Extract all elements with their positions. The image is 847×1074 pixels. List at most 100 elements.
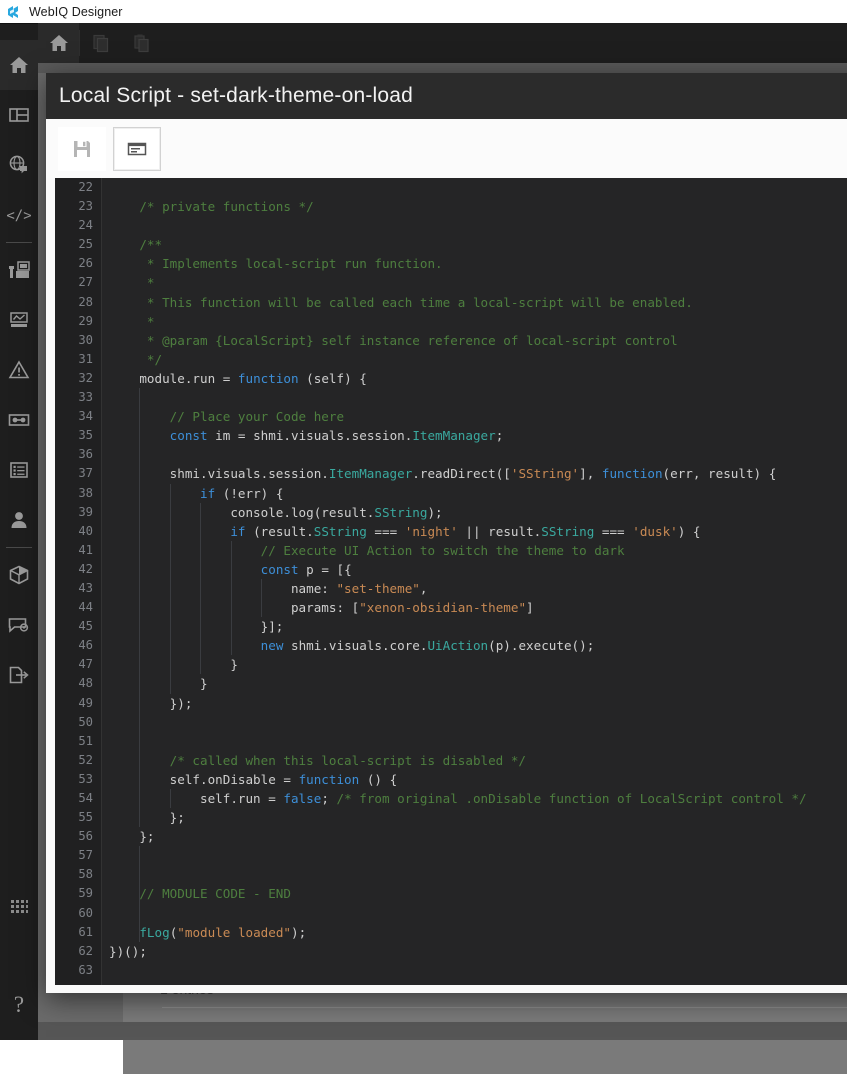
- editor-line-number: 32: [78, 370, 93, 385]
- paste-button[interactable]: [121, 23, 162, 63]
- editor-code-line[interactable]: fLog("module loaded");: [103, 922, 847, 942]
- sidebar-item-home[interactable]: [0, 40, 38, 90]
- properties-panel-icon: [126, 138, 148, 160]
- editor-code-line[interactable]: const im = shmi.visuals.session.ItemMana…: [103, 426, 847, 446]
- editor-code-line[interactable]: [103, 865, 847, 885]
- editor-code-line[interactable]: [103, 216, 847, 235]
- help-label: ?: [13, 992, 25, 1017]
- editor-code-line[interactable]: console.log(result.SString);: [103, 502, 847, 522]
- code-brackets-icon: </>: [7, 204, 31, 226]
- editor-code-line[interactable]: }: [103, 655, 847, 675]
- editor-code-line[interactable]: }];: [103, 617, 847, 637]
- code-token: name:: [109, 580, 337, 596]
- indent-guide: [139, 655, 141, 675]
- editor-code-line[interactable]: self.onDisable = function () {: [103, 769, 847, 789]
- sidebar-item-localization[interactable]: [0, 140, 38, 190]
- editor-code-line[interactable]: [103, 178, 847, 197]
- editor-line-number: 24: [78, 218, 93, 233]
- sidebar-item-users[interactable]: [0, 495, 38, 545]
- code-token: const: [169, 428, 208, 444]
- indent-guide: [169, 578, 171, 599]
- editor-code-line[interactable]: if (!err) {: [103, 483, 847, 503]
- editor-code-line[interactable]: // Execute UI Action to switch the theme…: [103, 540, 847, 560]
- code-token: ===: [594, 523, 633, 539]
- code-token: ) {: [677, 523, 701, 539]
- indent-guide: [139, 598, 141, 618]
- editor-code-line[interactable]: [103, 903, 847, 923]
- copy-button[interactable]: [80, 23, 121, 63]
- editor-code-line[interactable]: [103, 846, 847, 866]
- editor-code-line[interactable]: /**: [103, 235, 847, 254]
- editor-line-number: 27: [78, 275, 93, 290]
- sidebar-item-apps[interactable]: [0, 882, 38, 932]
- editor-code-line[interactable]: [103, 712, 847, 732]
- sidebar-item-lists[interactable]: [0, 445, 38, 495]
- editor-code-line[interactable]: *: [103, 312, 847, 331]
- code-token: UiAction: [427, 638, 489, 654]
- editor-code-line[interactable]: shmi.visuals.session.ItemManager.readDir…: [103, 464, 847, 484]
- editor-code-line[interactable]: *: [103, 273, 847, 292]
- sidebar-item-packages[interactable]: [0, 550, 38, 600]
- editor-code-line[interactable]: params: ["xenon-obsidian-theme"]: [103, 598, 847, 618]
- code-token: (result.: [245, 523, 314, 539]
- sidebar-item-scripts[interactable]: </>: [0, 190, 38, 240]
- editor-code-line[interactable]: name: "set-theme",: [103, 578, 847, 599]
- editor-code-line[interactable]: };: [103, 827, 847, 846]
- editor-code-line[interactable]: [103, 731, 847, 751]
- sidebar-item-export[interactable]: [0, 650, 38, 700]
- editor-code-line[interactable]: });: [103, 693, 847, 713]
- editor-code-line[interactable]: new shmi.visuals.core.UiAction(p).execut…: [103, 636, 847, 656]
- indent-guide: [139, 483, 141, 503]
- editor-code-line[interactable]: // MODULE CODE - END: [103, 884, 847, 904]
- editor-line-number: 49: [78, 695, 93, 710]
- sidebar-item-layout[interactable]: [0, 90, 38, 140]
- home-button[interactable]: [38, 23, 79, 63]
- indent-guide: [169, 636, 171, 656]
- properties-button[interactable]: [113, 126, 161, 171]
- editor-code-line[interactable]: [103, 388, 847, 408]
- indent-guide: [200, 655, 202, 675]
- editor-code-line[interactable]: * @param {LocalScript} self instance ref…: [103, 331, 847, 350]
- sidebar-item-screen-settings[interactable]: [0, 600, 38, 650]
- editor-code-line[interactable]: }: [103, 674, 847, 694]
- editor-code-line[interactable]: module.run = function (self) {: [103, 369, 847, 388]
- sidebar-item-trends[interactable]: [0, 295, 38, 345]
- editor-code-line[interactable]: // Place your Code here: [103, 407, 847, 427]
- sidebar-item-alarms[interactable]: [0, 345, 38, 395]
- editor-line-number: 52: [78, 752, 93, 767]
- editor-code-area[interactable]: /* private functions */ /** * Implements…: [103, 178, 847, 985]
- editor-code-line[interactable]: self.run = false; /* from original .onDi…: [103, 789, 847, 809]
- editor-code-line[interactable]: * This function will be called each time…: [103, 293, 847, 312]
- code-token: };: [109, 829, 155, 845]
- editor-line-number: 63: [78, 962, 93, 977]
- editor-code-line[interactable]: /* private functions */: [103, 197, 847, 216]
- indent-guide: [139, 846, 141, 866]
- indent-guide: [230, 617, 232, 637]
- editor-code-line[interactable]: * Implements local-script run function.: [103, 254, 847, 273]
- indent-guide: [139, 865, 141, 885]
- editor-code-line[interactable]: [103, 961, 847, 980]
- save-button[interactable]: [58, 126, 106, 171]
- indent-guide: [139, 426, 141, 446]
- code-editor[interactable]: 22 23 24 25 26 27 28 29 30 31 32 33 34 35 36 37 38 39 40 41…: [55, 178, 847, 985]
- editor-code-line[interactable]: const p = [{: [103, 559, 847, 579]
- code-token: SString: [541, 523, 595, 539]
- sidebar-item-recipes[interactable]: [0, 395, 38, 445]
- editor-code-line[interactable]: if (result.SString === 'night' || result…: [103, 521, 847, 541]
- editor-code-line[interactable]: */: [103, 350, 847, 369]
- editor-line-number: 43: [78, 580, 93, 595]
- editor-code-line[interactable]: })();: [103, 942, 847, 961]
- indent-guide: [230, 540, 232, 560]
- help-button[interactable]: ?: [0, 970, 38, 1040]
- sidebar-item-connectivity[interactable]: [0, 245, 38, 295]
- editor-line-number: 36: [78, 447, 93, 462]
- editor-code-line[interactable]: };: [103, 808, 847, 828]
- code-token: // MODULE CODE - END: [109, 886, 291, 902]
- editor-code-line[interactable]: [103, 445, 847, 465]
- chart-trend-icon: [8, 309, 30, 331]
- code-token: const: [260, 561, 299, 577]
- editor-code-line[interactable]: /* called when this local-script is disa…: [103, 750, 847, 770]
- machine-hmi-icon: [7, 259, 31, 281]
- indent-guide: [261, 578, 263, 599]
- code-token: console.log(result.: [109, 504, 375, 520]
